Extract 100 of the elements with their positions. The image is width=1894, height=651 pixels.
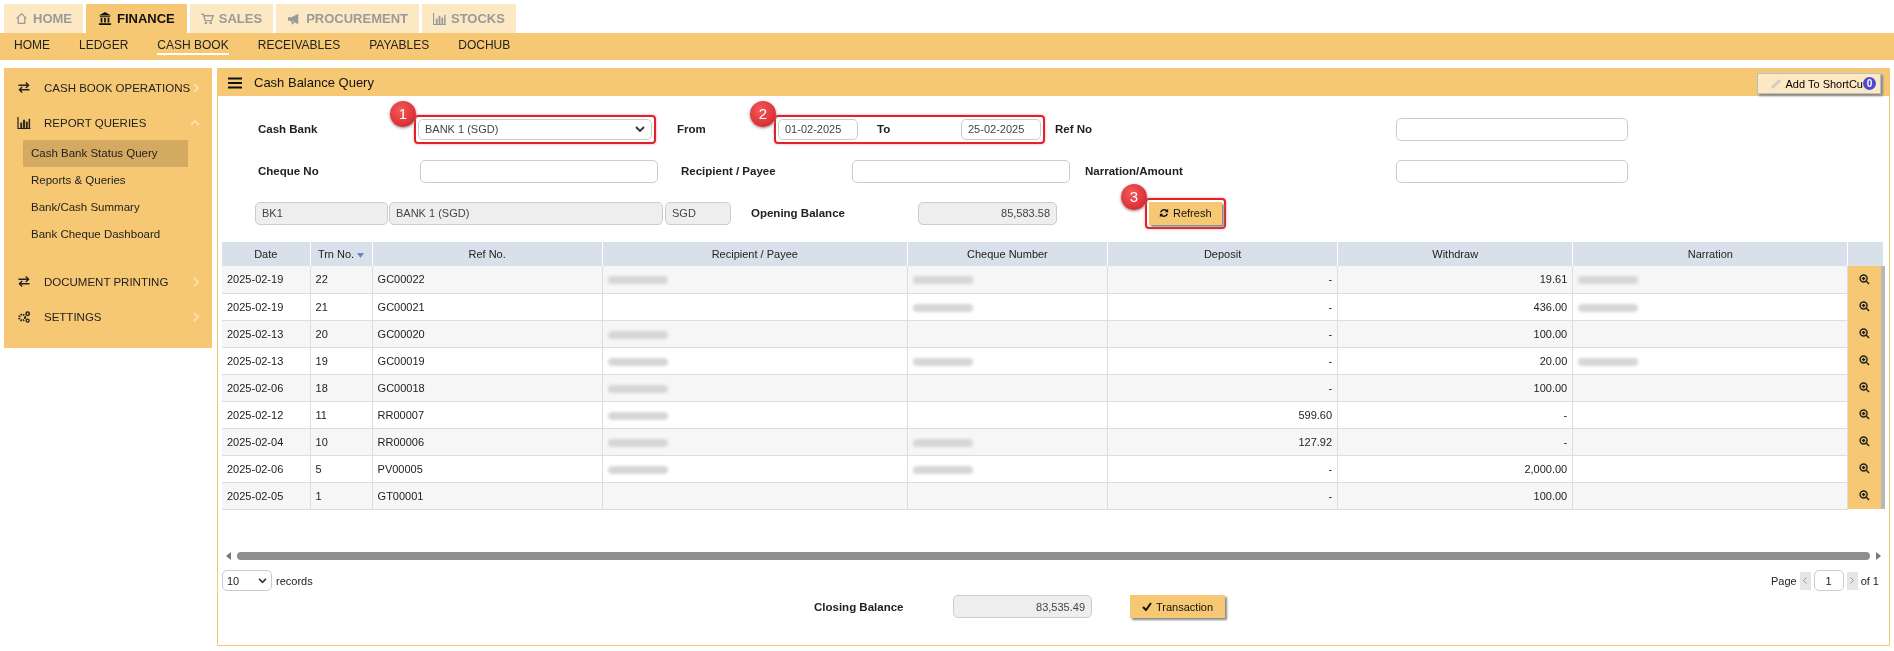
bar-chart-icon (432, 12, 446, 25)
step-number-badge: 2 (750, 100, 776, 127)
table-cell: 127.92 (1107, 428, 1338, 455)
check-icon (1142, 602, 1152, 611)
sort-icon (357, 253, 365, 258)
exchange-icon (17, 276, 31, 287)
sidebar-item[interactable]: CASH BOOK OPERATIONS (4, 70, 212, 105)
cogs-icon (17, 310, 31, 323)
page-size-dropdown[interactable]: 10 (222, 570, 272, 591)
date-field[interactable]: 25-02-2025 (961, 118, 1041, 140)
blurred-text (607, 438, 668, 447)
blurred-text (607, 276, 668, 285)
records-label: records (276, 574, 313, 587)
page-count-label: of 1 (1860, 574, 1879, 587)
nav-link[interactable]: LEDGER (79, 38, 129, 55)
caret-icon (258, 577, 267, 584)
nav-link[interactable]: HOME (14, 38, 50, 55)
count-badge: 0 (1863, 77, 1876, 90)
nav-link[interactable]: DOCHUB (458, 38, 511, 55)
read-only-field: 83,535.49 (953, 595, 1092, 618)
read-only-field: BK1 (255, 201, 388, 225)
read-only-field: SGD (665, 201, 731, 225)
blurred-text (1578, 357, 1639, 366)
blurred-text (912, 357, 973, 366)
table-cell: - (1337, 428, 1573, 455)
nav-link[interactable]: RECEIVABLES (257, 38, 341, 55)
exchange-icon (17, 82, 31, 93)
table-cell: 2025-02-12 (222, 401, 311, 428)
field-label: Cheque No (258, 165, 320, 177)
scroll-right-icon[interactable] (1876, 551, 1881, 560)
module-tab[interactable]: FINANCE (86, 4, 187, 33)
column-header[interactable]: Narration (1572, 242, 1848, 266)
column-header[interactable]: Date (222, 242, 311, 266)
table-cell: RR00007 (372, 401, 603, 428)
table-cell: 19 (310, 347, 373, 374)
sidebar-subitem[interactable]: Bank Cheque Dashboard (23, 221, 188, 248)
table-cell: 5 (310, 455, 373, 482)
table-cell: 11 (310, 401, 373, 428)
step-number-badge: 3 (1121, 183, 1147, 210)
zoom-in-icon (1859, 436, 1871, 447)
sidebar-item[interactable]: REPORT QUERIES (4, 105, 212, 140)
sidebar-item[interactable]: DOCUMENT PRINTING (4, 264, 212, 299)
bank-dropdown[interactable]: BANK 1 (SGD) (418, 118, 652, 140)
page-number-field[interactable]: 1 (1813, 570, 1844, 591)
blurred-text (912, 438, 973, 447)
field-label: Opening Balance (751, 207, 846, 219)
sidebar-subitem[interactable]: Bank/Cash Summary (23, 194, 188, 221)
date-field[interactable]: 01-02-2025 (778, 118, 858, 140)
sidebar-item[interactable]: SETTINGS (4, 299, 212, 334)
zoom-in-icon (1859, 382, 1871, 393)
blurred-text (912, 465, 973, 474)
table-cell: 436.00 (1337, 293, 1573, 320)
column-header[interactable]: Ref No. (372, 242, 603, 266)
refresh-button[interactable]: Refresh (1149, 201, 1222, 225)
blurred-text (1578, 276, 1639, 285)
input-field[interactable] (1396, 159, 1628, 183)
home-icon (15, 12, 28, 25)
field-label: Ref No (1055, 123, 1094, 135)
table-cell: 2,000.00 (1337, 455, 1573, 482)
blurred-text (912, 276, 973, 285)
menu-icon[interactable] (228, 76, 242, 89)
horizontal-scrollbar[interactable] (226, 549, 1881, 562)
table-cell: - (1107, 266, 1338, 293)
zoom-in-icon (1859, 409, 1871, 420)
blurred-text (607, 465, 668, 474)
input-field[interactable] (1396, 117, 1628, 141)
chevron-left-icon (1803, 577, 1808, 584)
input-field[interactable] (852, 159, 1070, 183)
panel-title: Cash Balance Query (254, 75, 375, 90)
column-header[interactable]: Recipient / Payee (602, 242, 908, 266)
add-shortcut-button[interactable]: Add To ShortCu 0 (1756, 73, 1881, 94)
page-label: Page (1770, 574, 1797, 587)
column-header[interactable]: Withdraw (1337, 242, 1573, 266)
table-cell: RR00006 (372, 428, 603, 455)
table-cell: 2025-02-13 (222, 320, 311, 347)
table-cell: PV00005 (372, 455, 603, 482)
table-cell: - (1107, 374, 1338, 401)
column-header[interactable]: Cheque Number (907, 242, 1108, 266)
sidebar-subitem[interactable]: Reports & Queries (23, 167, 188, 194)
table-cell: GT00001 (372, 482, 603, 509)
column-header[interactable]: Trn No. (310, 242, 373, 266)
blurred-text (1578, 303, 1639, 312)
scroll-left-icon[interactable] (226, 551, 231, 560)
cart-icon (200, 12, 214, 25)
table-cell: 2025-02-06 (222, 455, 311, 482)
field-label: Cash Bank (258, 123, 319, 135)
table-cell: GC00020 (372, 320, 603, 347)
zoom-in-icon (1859, 274, 1871, 285)
nav-link[interactable]: CASH BOOK (157, 38, 229, 55)
column-header[interactable]: Deposit (1107, 242, 1338, 266)
table-cell: - (1337, 401, 1573, 428)
nav-link[interactable]: PAYABLES (369, 38, 430, 55)
field-label: To (877, 123, 892, 135)
sidebar-subitem[interactable]: Cash Bank Status Query (23, 140, 188, 167)
input-field[interactable] (420, 159, 658, 183)
transaction-button[interactable]: Transaction (1130, 595, 1226, 618)
step-number-badge: 1 (390, 100, 416, 127)
table-cell: 2025-02-06 (222, 374, 311, 401)
table-cell: 19.61 (1337, 266, 1573, 293)
chevron-up-icon (190, 119, 200, 126)
